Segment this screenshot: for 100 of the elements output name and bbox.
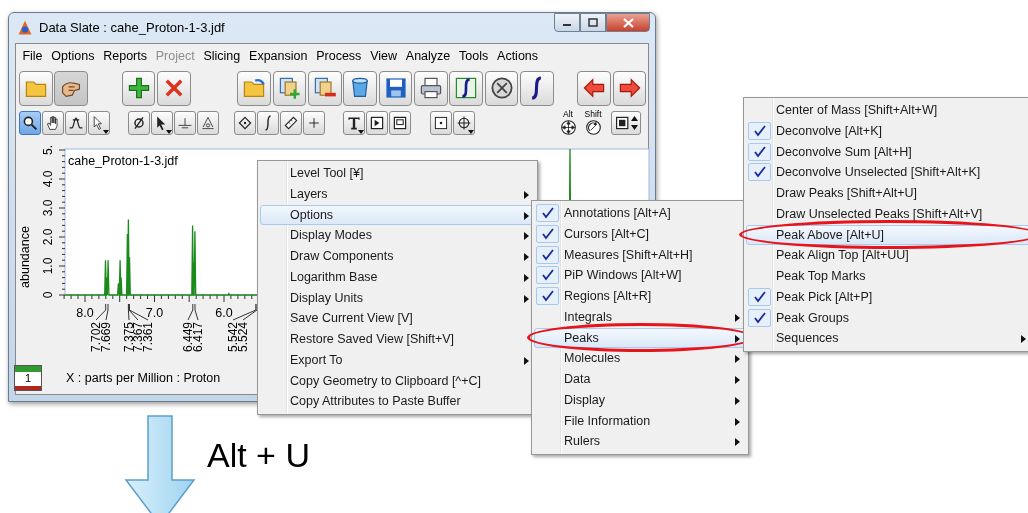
checkbox[interactable] [748,287,771,306]
search-icon [22,115,38,131]
menu-bar-item[interactable]: File [18,46,47,66]
menu-item[interactable]: Level Tool [¥] [260,163,535,184]
menu-item[interactable]: Display Modes [260,225,535,246]
maximize-button[interactable] [580,13,606,32]
toolbar-button[interactable] [430,111,452,135]
menu-bar-item[interactable]: Tools [454,46,493,66]
toolbar-button[interactable] [121,70,156,106]
toolbar-button[interactable] [128,111,150,135]
menu-item[interactable]: Export To [260,349,535,371]
checkbox[interactable] [536,204,559,222]
toolbar-button[interactable] [197,111,219,135]
menu-item[interactable]: Data [534,369,746,390]
menu-item[interactable]: Peak Groups [746,307,1028,329]
menu-item[interactable]: File Information [534,410,746,432]
toolbar-button[interactable] [42,111,64,135]
toolbar-button[interactable] [378,70,413,106]
menu-bar-item[interactable]: Slicing [199,46,245,66]
menu-item[interactable]: Peak Top Marks [746,266,1028,287]
menu-bar-item[interactable]: Expansion [244,46,312,66]
checkbox[interactable] [748,308,771,327]
menu-item[interactable]: Peaks [534,327,746,349]
toolbar-button[interactable] [449,70,484,106]
checkbox[interactable] [536,245,559,264]
toolbar-button[interactable] [577,70,612,106]
plot-title: cahe_Proton-1-3.jdf [68,154,178,168]
toolbar-button[interactable] [19,111,41,135]
menu-item[interactable]: Deconvolve Unselected [Shift+Alt+K] [746,162,1028,183]
menu-item[interactable]: Save Current View [V] [260,308,535,329]
toolbar-button[interactable] [234,111,256,135]
menu-item[interactable]: PiP Windows [Alt+W] [534,265,746,286]
crosshair-icon [456,115,472,131]
menu-item[interactable]: Cursors [Alt+C] [534,223,746,245]
menu-item[interactable]: Peak Align Top [Alt+UU] [746,245,1028,266]
rotate-icon [584,119,602,136]
toolbar-button[interactable] [611,111,641,135]
toolbar-button[interactable] [343,70,378,106]
checkbox[interactable] [536,266,559,285]
checkbox[interactable] [748,163,771,182]
menu-item[interactable]: Molecules [534,348,746,369]
ruler-icon [283,115,299,131]
toolbar-button[interactable] [88,111,110,135]
menu-item[interactable]: Deconvolve Sum [Alt+H] [746,141,1028,163]
toolbar-button[interactable] [65,111,87,135]
check-icon [754,124,766,137]
toolbar-button[interactable] [484,70,519,106]
menu-item[interactable]: Deconvolve [Alt+K] [746,120,1028,142]
toolbar-button[interactable] [366,111,388,135]
menu-bar-item[interactable]: Options [46,46,99,66]
menu-item[interactable]: Annotations [Alt+A] [534,203,746,224]
checkbox[interactable] [748,121,771,140]
menu-item[interactable]: Center of Mass [Shift+Alt+W] [746,100,1028,121]
menu-bar-item[interactable]: Actions [492,46,543,66]
close-button[interactable] [606,13,650,32]
toolbar-button[interactable] [151,111,173,135]
toolbar-button[interactable] [257,111,279,135]
toolbar-button[interactable] [453,111,475,135]
menu-item[interactable]: Copy Attributes to Paste Buffer [260,391,535,412]
toolbar-button[interactable] [389,111,411,135]
toolbar-button[interactable] [54,70,89,106]
checkbox[interactable] [536,224,559,243]
menu-bar-item[interactable]: Reports [98,46,152,66]
menu-item[interactable]: Logarithm Base [260,266,535,288]
tick-label: 2.0 [41,228,55,246]
menu-item[interactable]: Copy Geometry to Clipboard [^+C] [260,370,535,392]
menu-item[interactable]: Regions [Alt+R] [534,286,746,307]
menu-item[interactable]: Display Units [260,287,535,309]
menu-item[interactable]: Rulers [534,431,746,452]
toolbar-button[interactable] [519,70,554,106]
peak-label: 5.524 [236,322,251,353]
menu-item[interactable]: Peak Pick [Alt+P] [746,286,1028,308]
toolbar-button[interactable] [280,111,302,135]
integral-icon [264,115,272,131]
check-icon [542,248,554,261]
checkbox[interactable] [536,287,559,305]
menu-bar-item[interactable]: Process [311,46,366,66]
toolbar-button[interactable] [413,70,448,106]
tick-label: 6.0 [215,306,233,320]
modifier-button[interactable]: Shift [581,110,605,136]
integral-icon [530,76,544,100]
menu-item[interactable]: Draw Peaks [Shift+Alt+U] [746,183,1028,204]
toolbar-button[interactable] [174,111,196,135]
menu-item[interactable]: Draw Components [260,246,535,267]
checkbox[interactable] [748,142,771,161]
dropdown-icon [166,130,172,134]
menu-bar-item[interactable]: View [365,46,402,66]
modifier-button[interactable]: Alt [556,110,580,136]
minimize-button[interactable] [554,13,580,32]
menu-item[interactable]: Display [534,389,746,411]
toolbar-button[interactable] [612,70,647,106]
menu-item[interactable]: Peak Above [Alt+U] [746,224,1028,246]
page-indicator[interactable]: 1 [14,365,42,391]
peak-icon [68,115,84,131]
toolbar-button[interactable] [343,111,365,135]
menu-item[interactable]: Layers [260,183,535,205]
menu-item[interactable]: Measures [Shift+Alt+H] [534,244,746,266]
dropdown-icon [358,130,364,134]
menu-item[interactable]: Sequences [746,328,1028,349]
menu-bar-item[interactable]: Analyze [401,46,455,66]
